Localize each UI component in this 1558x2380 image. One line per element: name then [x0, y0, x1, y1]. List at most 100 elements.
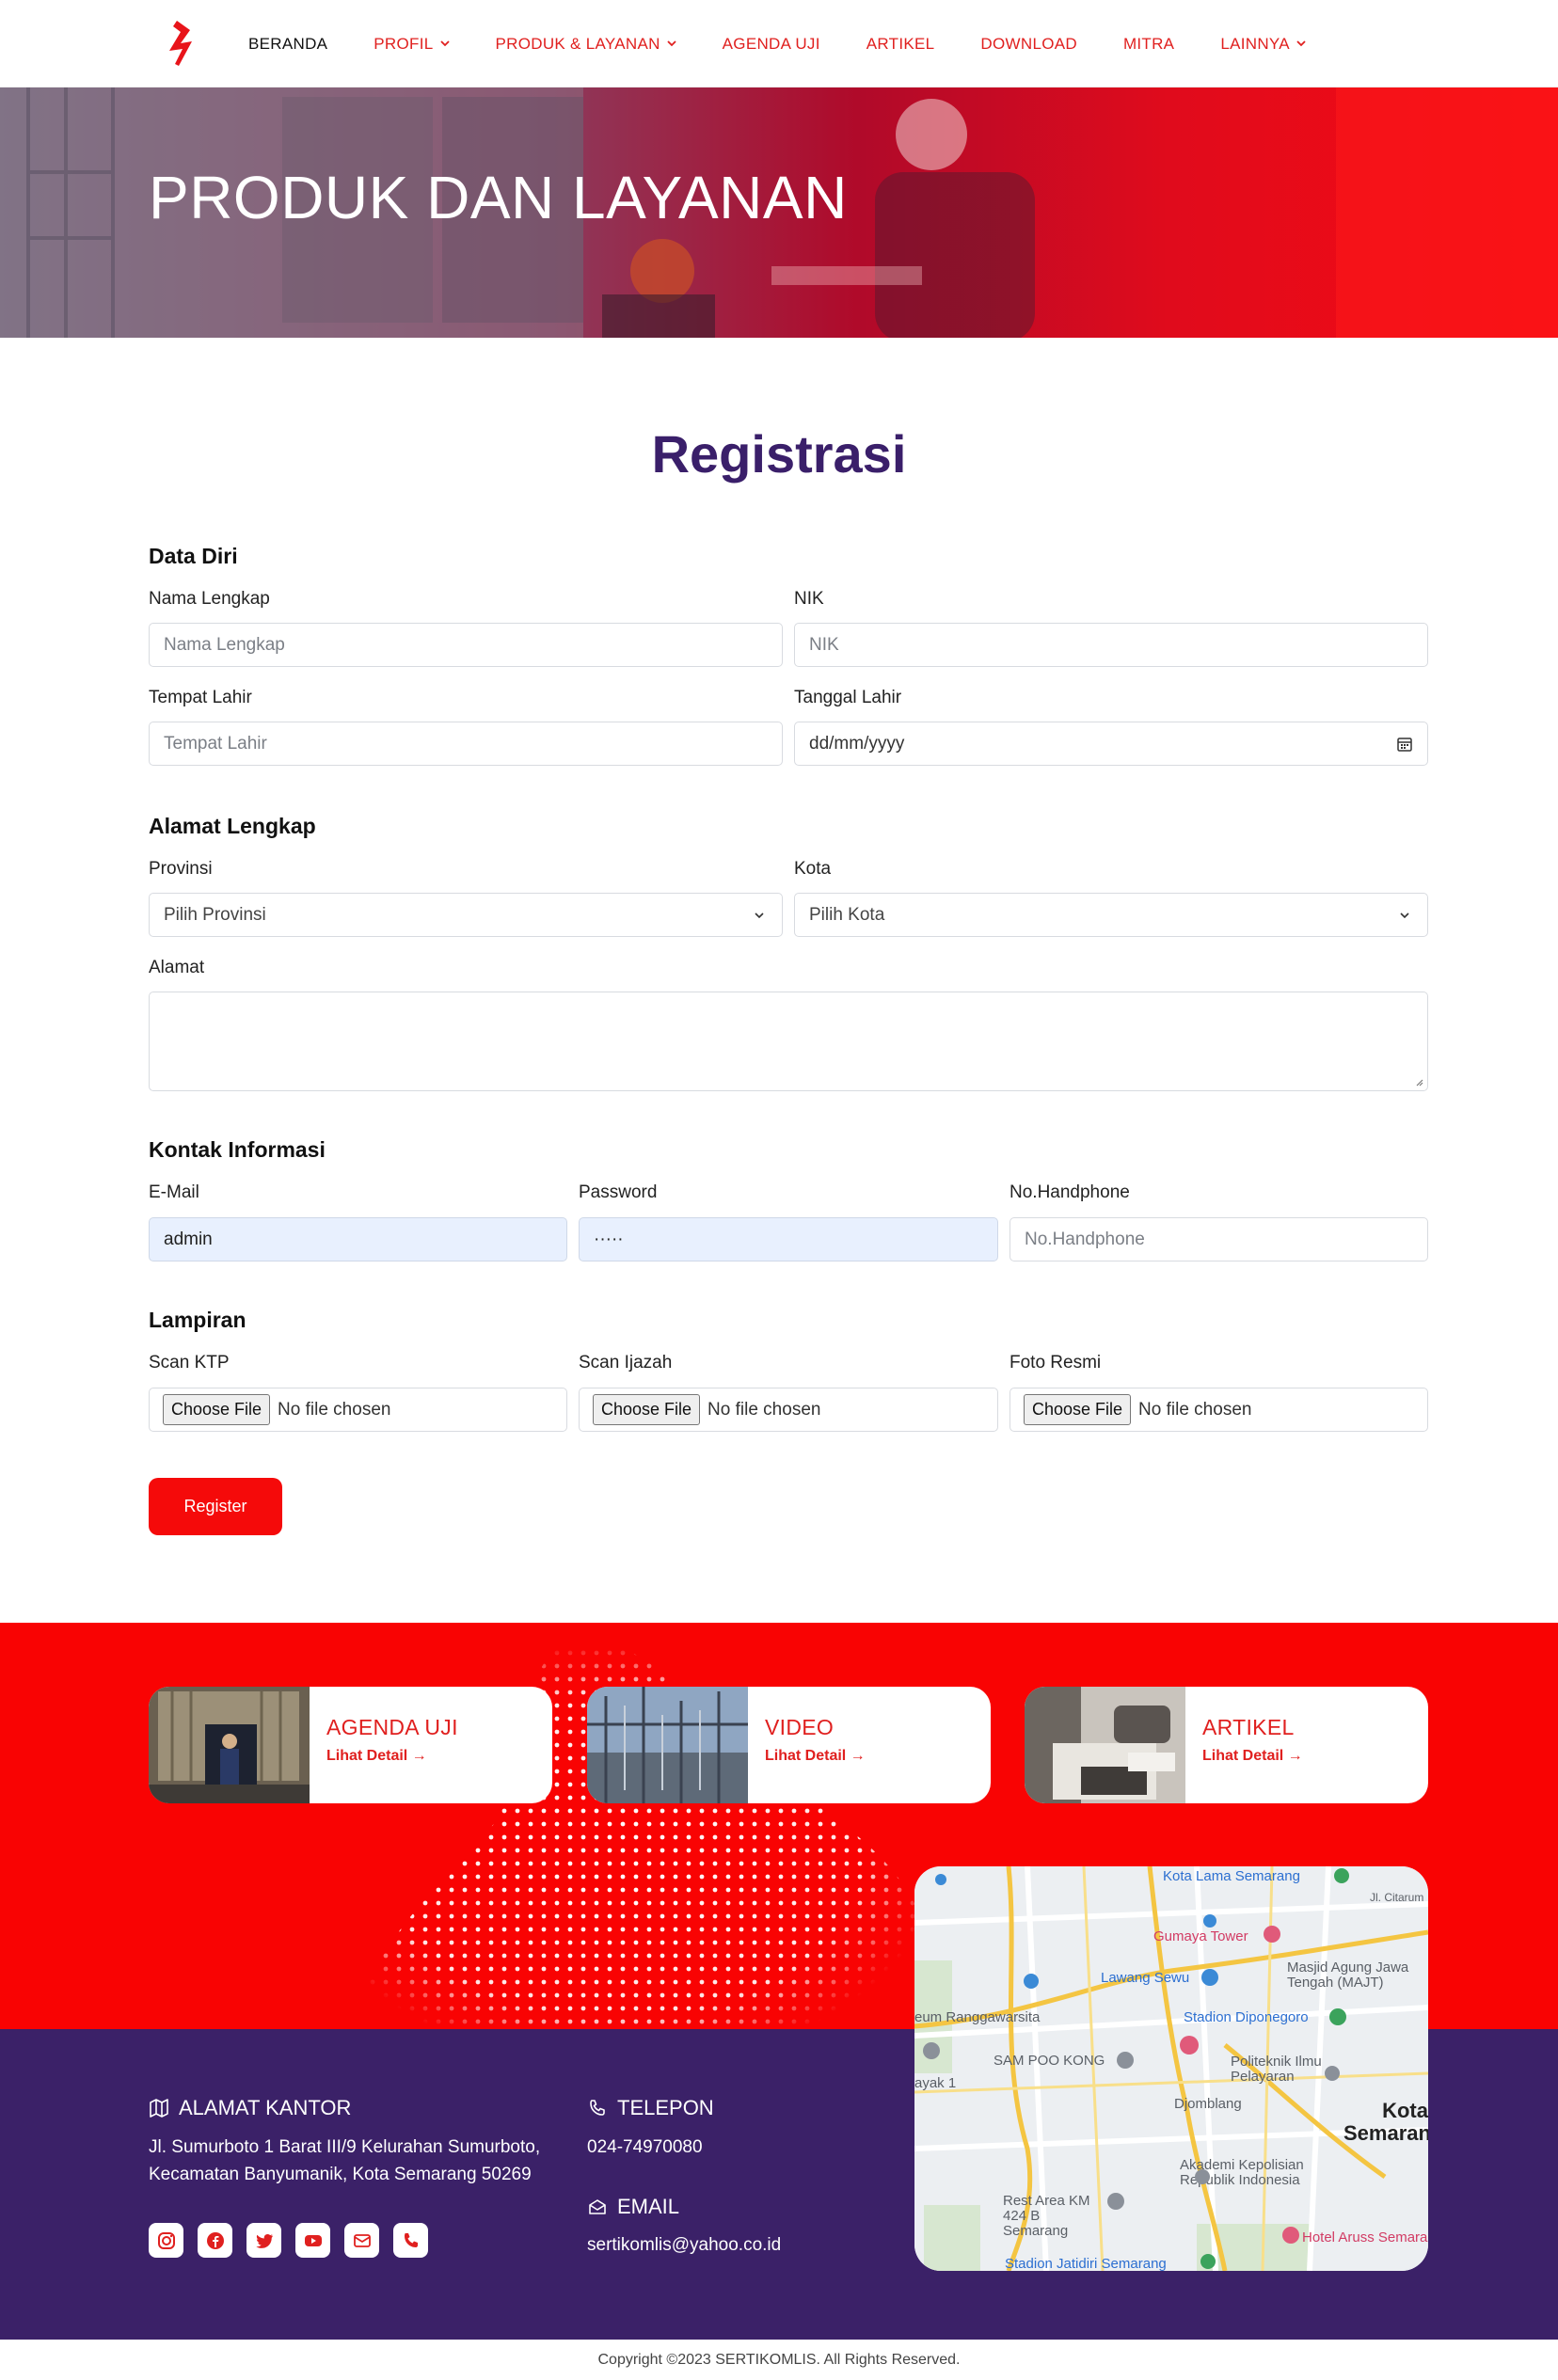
nav-label: ARTIKEL — [866, 34, 935, 53]
nav-item-lainnya[interactable]: LAINNYA — [1220, 35, 1306, 54]
tempat-lahir-input[interactable] — [149, 722, 783, 766]
kota-label: Kota — [794, 859, 832, 879]
chevron-down-icon — [1296, 40, 1306, 47]
map-label: Stadion Diponegoro — [1184, 2009, 1309, 2025]
map-label: eum Ranggawarsita — [914, 2009, 1041, 2025]
handphone-label: No.Handphone — [1010, 1182, 1130, 1202]
map-roads — [914, 1866, 1428, 2271]
provinsi-value: Pilih Provinsi — [164, 904, 266, 925]
map-label: Lawang Sewu — [1101, 1970, 1190, 1986]
choose-file-button[interactable]: Choose File — [163, 1394, 271, 1425]
provinsi-label: Provinsi — [149, 859, 213, 879]
form-title: Registrasi — [651, 424, 907, 484]
map-label: Stadion Jatidiri Semarang — [1005, 2256, 1167, 2271]
facebook-icon[interactable] — [198, 2223, 232, 2258]
alamat-textarea[interactable] — [149, 992, 1428, 1091]
lihat-detail-link[interactable]: Lihat Detail → — [1202, 1748, 1303, 1765]
nav-item-beranda[interactable]: BERANDA — [248, 35, 327, 54]
nav-item-artikel[interactable]: ARTIKEL — [866, 35, 935, 54]
tanggal-lahir-label: Tanggal Lahir — [794, 688, 902, 707]
lihat-detail-link[interactable]: Lihat Detail → — [765, 1748, 866, 1765]
file-status: No file chosen — [1138, 1399, 1252, 1420]
resize-grip-icon[interactable] — [1414, 1077, 1423, 1087]
phone-icon[interactable] — [393, 2223, 428, 2258]
card-agenda-uji[interactable]: AGENDA UJI Lihat Detail → — [149, 1687, 552, 1803]
nav-label: DOWNLOAD — [980, 34, 1077, 53]
nik-input[interactable] — [794, 623, 1428, 667]
card-title: ARTIKEL — [1202, 1715, 1295, 1739]
card-artikel[interactable]: ARTIKEL Lihat Detail → — [1025, 1687, 1428, 1803]
telepon-heading: TELEPON — [587, 2096, 714, 2120]
file-status: No file chosen — [707, 1399, 821, 1420]
nav-item-agenda-uji[interactable]: AGENDA UJI — [723, 35, 820, 54]
lightning-bolt-icon[interactable] — [164, 21, 198, 66]
alamat-label: Alamat — [149, 958, 205, 977]
card-title: AGENDA UJI — [326, 1715, 458, 1739]
card-image-video — [587, 1687, 748, 1803]
nav-item-mitra[interactable]: MITRA — [1123, 35, 1174, 54]
card-title: VIDEO — [765, 1715, 835, 1739]
page-title: PRODUK DAN LAYANAN — [149, 164, 848, 231]
main-nav: BERANDA PROFIL PRODUK & LAYANAN AGENDA U… — [248, 0, 1352, 87]
email-label: E-Mail — [149, 1182, 199, 1202]
scan-ktp-label: Scan KTP — [149, 1353, 230, 1372]
lihat-detail-link[interactable]: Lihat Detail → — [326, 1748, 458, 1765]
location-map[interactable]: Kota Lama Semarang Jl. Citarum Gumaya To… — [914, 1866, 1428, 2271]
copyright: Copyright ©2023 SERTIKOMLIS. All Rights … — [0, 2340, 1558, 2380]
choose-file-button[interactable]: Choose File — [593, 1394, 701, 1425]
nav-label: MITRA — [1122, 34, 1175, 53]
handphone-input[interactable] — [1010, 1217, 1428, 1261]
instagram-icon[interactable] — [149, 2223, 183, 2258]
foto-resmi-label: Foto Resmi — [1010, 1353, 1102, 1372]
provinsi-select[interactable]: Pilih Provinsi — [149, 893, 783, 937]
alamat-line-1: Jl. Sumurboto 1 Barat III/9 Kelurahan Su… — [149, 2137, 541, 2157]
map-label: Akademi Kepolisian Republik Indonesia — [1180, 2157, 1304, 2188]
section-heading-alamat: Alamat Lengkap — [149, 814, 316, 838]
nav-label: BERANDA — [248, 34, 328, 53]
heading-text: EMAIL — [617, 2195, 680, 2218]
card-body: AGENDA UJI Lihat Detail → — [310, 1687, 458, 1803]
nav-item-download[interactable]: DOWNLOAD — [980, 35, 1077, 54]
card-body: ARTIKEL Lihat Detail → — [1185, 1687, 1303, 1803]
youtube-icon[interactable] — [295, 2223, 330, 2258]
section-heading-data-diri: Data Diri — [149, 544, 238, 568]
map-label: ayak 1 — [914, 2075, 957, 2091]
foto-resmi-file-input[interactable]: Choose File No file chosen — [1010, 1388, 1428, 1432]
scan-ktp-file-input[interactable]: Choose File No file chosen — [149, 1388, 567, 1432]
map-label: Kota Lama Semarang — [1163, 1868, 1300, 1884]
map-label: Masjid Agung Jawa Tengah (MAJT) — [1287, 1960, 1409, 1991]
nik-label: NIK — [794, 589, 824, 609]
tanggal-lahir-input[interactable]: dd/mm/yyyy — [794, 722, 1428, 766]
telepon-value[interactable]: 024-74970080 — [587, 2134, 703, 2161]
tempat-lahir-label: Tempat Lahir — [149, 688, 252, 707]
file-status: No file chosen — [278, 1399, 391, 1420]
card-video[interactable]: VIDEO Lihat Detail → — [587, 1687, 991, 1803]
map-label: Rest Area KM 424 B Semarang — [1003, 2193, 1090, 2239]
nav-item-produk-layanan[interactable]: PRODUK & LAYANAN — [496, 35, 676, 54]
password-input[interactable] — [579, 1217, 998, 1261]
kota-select[interactable]: Pilih Kota — [794, 893, 1428, 937]
map-label: Hotel Aruss Semarang — [1302, 2229, 1428, 2245]
mail-icon[interactable] — [344, 2223, 379, 2258]
nav-label: PRODUK & LAYANAN — [495, 34, 660, 53]
scan-ijazah-file-input[interactable]: Choose File No file chosen — [579, 1388, 998, 1432]
kota-value: Pilih Kota — [809, 904, 885, 925]
choose-file-button[interactable]: Choose File — [1024, 1394, 1132, 1425]
calendar-icon[interactable] — [1396, 736, 1413, 753]
nav-label: AGENDA UJI — [722, 34, 820, 53]
map-icon — [150, 2099, 168, 2118]
scan-ijazah-label: Scan Ijazah — [579, 1353, 673, 1372]
date-value: dd/mm/yyyy — [809, 733, 905, 754]
navbar: BERANDA PROFIL PRODUK & LAYANAN AGENDA U… — [0, 0, 1558, 87]
twitter-icon[interactable] — [246, 2223, 281, 2258]
phone-icon — [590, 2100, 605, 2116]
register-button[interactable]: Register — [149, 1478, 282, 1535]
email-value[interactable]: sertikomlis@yahoo.co.id — [587, 2231, 781, 2259]
chevron-down-icon — [667, 40, 676, 47]
email-input[interactable] — [149, 1217, 567, 1261]
nav-item-profil[interactable]: PROFIL — [374, 35, 450, 54]
map-label: SAM POO KONG — [994, 2053, 1105, 2069]
password-label: Password — [579, 1182, 658, 1202]
nama-lengkap-input[interactable] — [149, 623, 783, 667]
nama-label: Nama Lengkap — [149, 589, 270, 609]
